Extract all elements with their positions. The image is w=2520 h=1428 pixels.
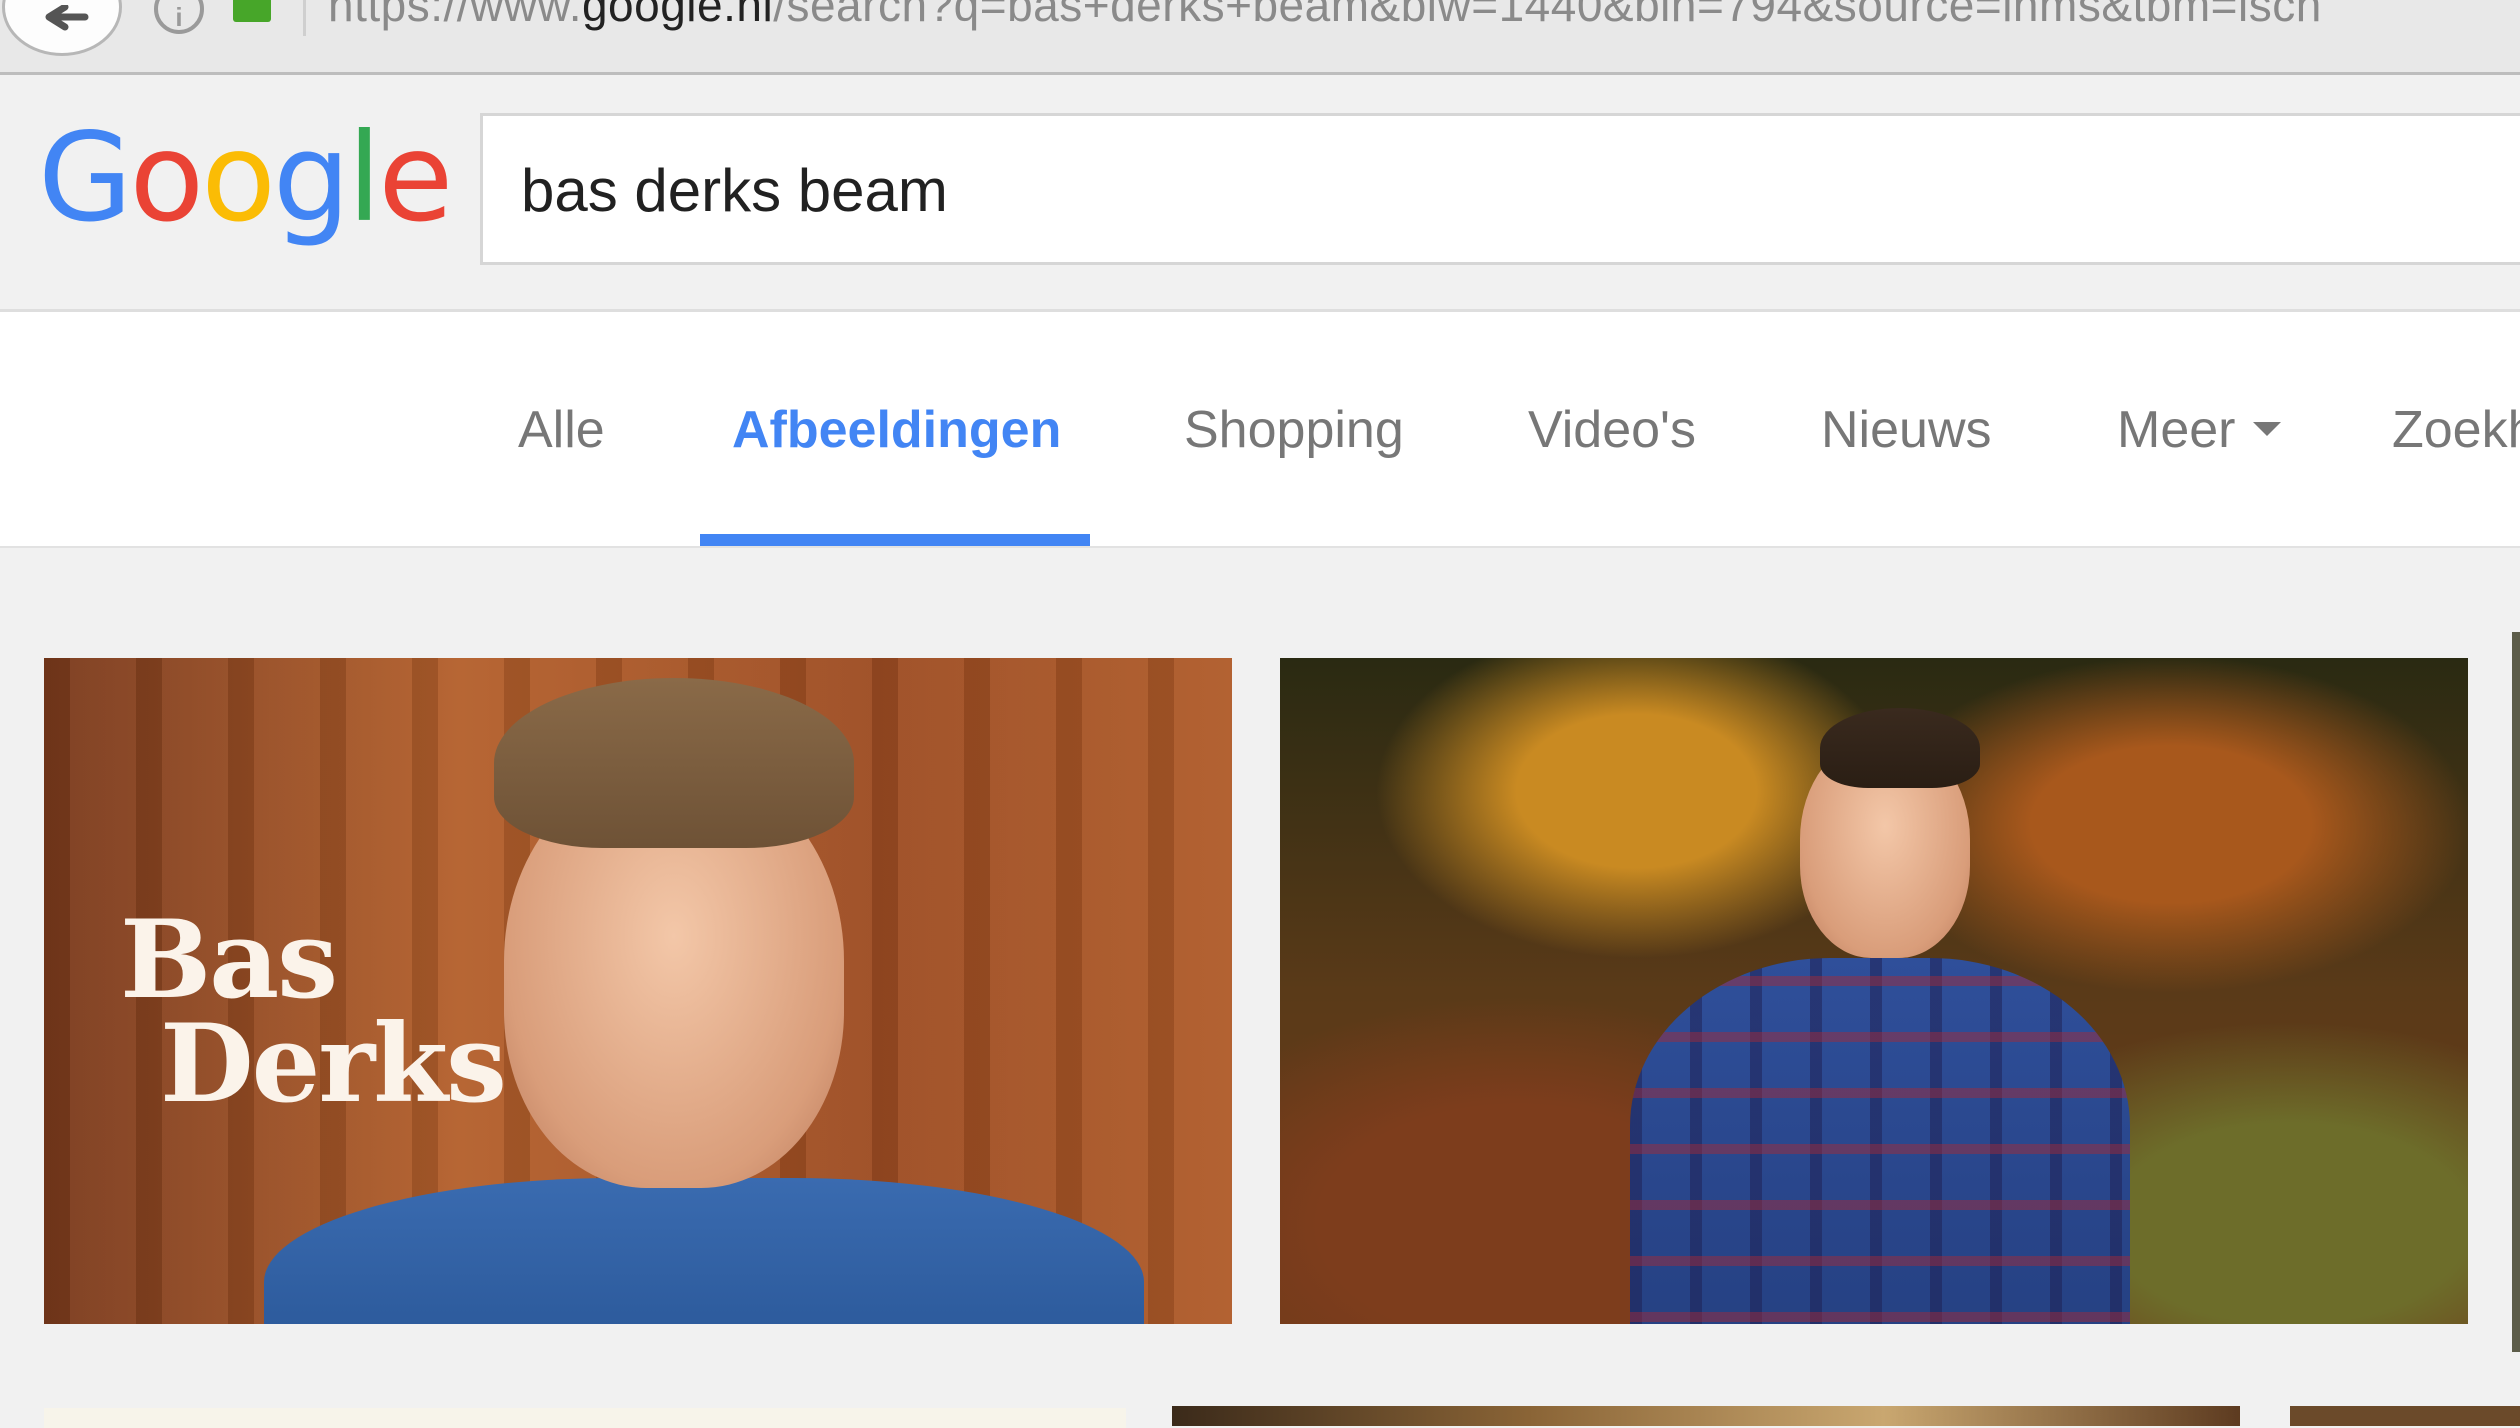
tab-videos[interactable]: Video's [1528, 312, 1696, 546]
google-logo[interactable]: Google [38, 107, 453, 249]
browser-toolbar: i https://www.google.nl/search?q=bas+der… [0, 0, 2520, 75]
lock-icon [233, 0, 271, 22]
shirt [264, 1178, 1144, 1324]
google-header: Google [0, 75, 2520, 312]
tab-alle[interactable]: Alle [518, 312, 605, 546]
logo-letter: G [38, 107, 133, 249]
active-tab-indicator [700, 534, 1090, 546]
image-result[interactable] [1280, 658, 2468, 1324]
address-bar[interactable]: https://www.google.nl/search?q=bas+derks… [328, 0, 2322, 32]
image-result[interactable]: Bas Derks [44, 658, 1232, 1324]
logo-letter: o [201, 107, 276, 249]
image-overlay-title: Bas Derks [120, 906, 507, 1127]
tab-meer[interactable]: Meer [2117, 312, 2282, 546]
url-path: /search?q=bas+derks+beam&biw=1440&bih=79… [773, 0, 2322, 31]
tab-meer-label: Meer [2117, 401, 2236, 459]
logo-letter: g [272, 107, 350, 249]
url-divider [303, 0, 306, 36]
back-arrow-icon [45, 5, 89, 31]
tab-nieuws[interactable]: Nieuws [1821, 312, 1992, 546]
back-button[interactable] [2, 0, 122, 56]
search-box[interactable] [480, 113, 2520, 265]
shirt [1630, 958, 2130, 1324]
url-host: google.nl [581, 0, 774, 31]
logo-letter: e [378, 107, 453, 249]
url-prefix: https://www. [328, 0, 582, 31]
overlay-line-2: Derks [160, 1001, 507, 1127]
logo-letter: l [347, 107, 381, 249]
search-input[interactable] [519, 116, 2423, 264]
image-result-partial[interactable] [44, 1408, 1126, 1428]
logo-letter: o [129, 107, 205, 249]
image-result-partial[interactable] [2512, 632, 2520, 1352]
hair [494, 678, 854, 848]
tab-zoekhulpmiddelen[interactable]: Zoekh [2392, 312, 2520, 546]
image-result-partial[interactable] [1172, 1406, 2240, 1426]
caret-down-icon [2253, 422, 2282, 437]
hair [1820, 708, 1980, 788]
tab-shopping[interactable]: Shopping [1184, 312, 1404, 546]
tab-afbeeldingen[interactable]: Afbeeldingen [732, 312, 1061, 546]
search-tabs: Alle Afbeeldingen Shopping Video's Nieuw… [0, 312, 2520, 548]
info-icon[interactable]: i [154, 0, 204, 34]
image-result-partial[interactable] [2290, 1406, 2520, 1426]
